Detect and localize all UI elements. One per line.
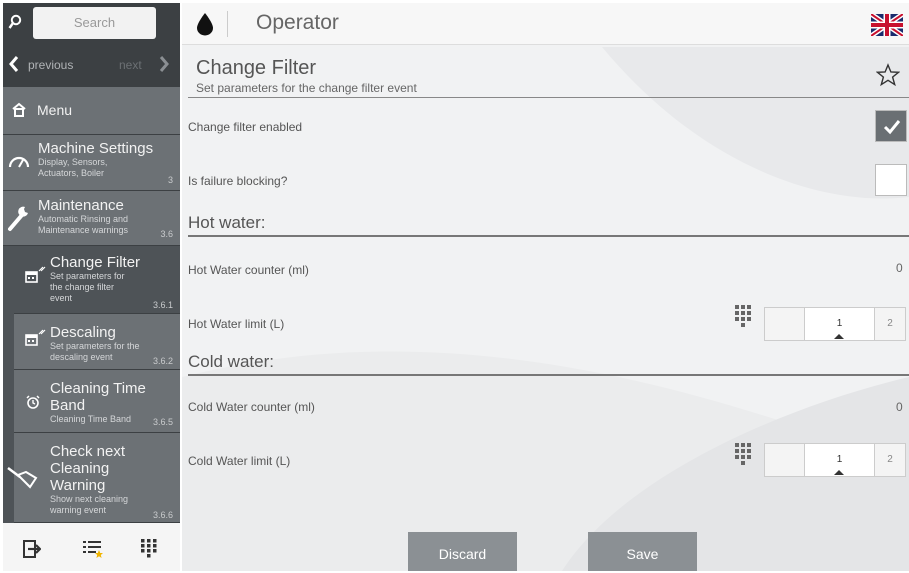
sidebar-item-title: Change Filter <box>50 254 141 271</box>
hot-water-counter-value: 0 <box>896 261 903 275</box>
hot-water-limit-label: Hot Water limit (L) <box>188 317 285 331</box>
sidebar-item-title: Maintenance <box>38 197 124 214</box>
page-title: Change Filter <box>196 57 317 79</box>
stepper-next-value[interactable]: 2 <box>875 444 905 476</box>
sidebar-item-machine-settings[interactable]: Machine Settings Display, Sensors, Actua… <box>3 135 180 191</box>
sidebar-item-cleaning-time-band[interactable]: Cleaning Time Band Cleaning Time Band 3.… <box>14 370 180 433</box>
search-input[interactable]: Search <box>33 7 156 39</box>
change-filter-enabled-label: Change filter enabled <box>188 120 303 134</box>
search-icon[interactable] <box>8 14 22 30</box>
title-underline <box>188 97 909 98</box>
hot-water-divider <box>188 235 909 237</box>
logout-icon[interactable] <box>23 540 41 558</box>
sidebar-item-label: Menu <box>37 102 73 118</box>
calendar-icon <box>25 326 47 348</box>
sidebar-item-title: Descaling <box>50 324 116 341</box>
previous-button[interactable]: previous <box>28 58 73 72</box>
cold-water-counter-label: Cold Water counter (ml) <box>188 400 315 414</box>
sidebar-item-number: 3.6.1 <box>152 300 173 310</box>
broom-icon <box>6 466 40 490</box>
cold-water-divider <box>188 374 909 376</box>
cold-water-limit-stepper[interactable]: 1 2 <box>764 443 906 477</box>
failure-blocking-checkbox[interactable] <box>875 164 907 196</box>
cold-water-counter-value: 0 <box>896 400 903 414</box>
chevron-left-icon[interactable] <box>9 56 19 72</box>
sidebar-item-number: 3 <box>167 175 173 185</box>
stepper-next-value[interactable]: 2 <box>875 308 905 340</box>
sidebar-item-subtitle: Set parameters for the change filter eve… <box>50 271 125 303</box>
sidebar-item-check-next-cleaning-warning[interactable]: Check next Cleaning Warning Show next cl… <box>7 433 180 523</box>
keypad-icon[interactable] <box>141 539 157 559</box>
sidebar-item-maintenance[interactable]: Maintenance Automatic Rinsing and Mainte… <box>3 191 180 246</box>
favorites-list-icon[interactable] <box>83 540 103 558</box>
water-drop-icon <box>196 12 214 36</box>
history-nav: previous next <box>3 43 180 87</box>
header-bar: Operator <box>182 3 909 45</box>
next-button[interactable]: next <box>119 58 142 72</box>
main-panel: Operator Change Filter Set parameters fo… <box>182 3 909 571</box>
sidebar-item-menu[interactable]: Menu <box>3 87 180 135</box>
gauge-icon <box>8 154 30 170</box>
sidebar: Search previous next Menu Machine Settin… <box>3 3 180 571</box>
sidebar-item-title: Machine Settings <box>38 140 154 157</box>
keypad-icon[interactable] <box>735 305 753 327</box>
sidebar-item-subtitle: Display, Sensors, Actuators, Boiler <box>38 157 108 178</box>
sidebar-item-number: 3.6 <box>160 229 173 239</box>
user-role-title: Operator <box>256 11 339 34</box>
app-window: Search previous next Menu Machine Settin… <box>0 0 909 573</box>
stepper-previous-segment[interactable] <box>765 444 805 476</box>
save-button[interactable]: Save <box>588 532 697 571</box>
sidebar-item-subtitle: Show next cleaning warning event <box>50 494 129 515</box>
sidebar-item-subtitle: Automatic Rinsing and Maintenance warnin… <box>38 214 129 235</box>
change-filter-enabled-checkbox[interactable] <box>875 110 907 142</box>
header-divider <box>227 11 228 37</box>
calendar-icon <box>25 263 47 285</box>
home-icon <box>11 102 27 117</box>
keypad-icon[interactable] <box>735 443 753 465</box>
chevron-right-icon[interactable] <box>159 56 169 72</box>
failure-blocking-label: Is failure blocking? <box>188 174 288 188</box>
checkmark-icon <box>883 119 901 135</box>
uk-flag-icon[interactable] <box>871 14 903 36</box>
sidebar-item-number: 3.6.5 <box>152 417 173 427</box>
favorite-star-icon[interactable] <box>876 63 900 87</box>
stepper-previous-segment[interactable] <box>765 308 805 340</box>
page-subtitle: Set parameters for the change filter eve… <box>196 81 417 95</box>
stepper-pointer <box>834 470 844 475</box>
sidebar-item-descaling[interactable]: Descaling Set parameters for the descali… <box>14 314 180 370</box>
cold-water-heading: Cold water: <box>188 352 274 371</box>
sidebar-item-title: Cleaning Time Band <box>50 380 146 414</box>
sidebar-toolbar <box>3 523 180 571</box>
search-bar: Search <box>3 3 180 43</box>
sidebar-item-change-filter[interactable]: Change Filter Set parameters for the cha… <box>14 246 180 314</box>
sidebar-item-title: Check next Cleaning Warning <box>50 443 126 494</box>
sidebar-item-subtitle: Set parameters for the descaling event <box>50 341 140 362</box>
sidebar-item-number: 3.6.6 <box>152 510 173 520</box>
sidebar-item-number: 3.6.2 <box>152 356 173 366</box>
stepper-pointer <box>834 334 844 339</box>
wrench-icon <box>7 204 31 232</box>
hot-water-counter-label: Hot Water counter (ml) <box>188 263 309 277</box>
alarm-clock-icon <box>26 395 40 409</box>
hot-water-heading: Hot water: <box>188 213 266 232</box>
hot-water-limit-stepper[interactable]: 1 2 <box>764 307 906 341</box>
cold-water-limit-label: Cold Water limit (L) <box>188 454 291 468</box>
discard-button[interactable]: Discard <box>408 532 517 571</box>
